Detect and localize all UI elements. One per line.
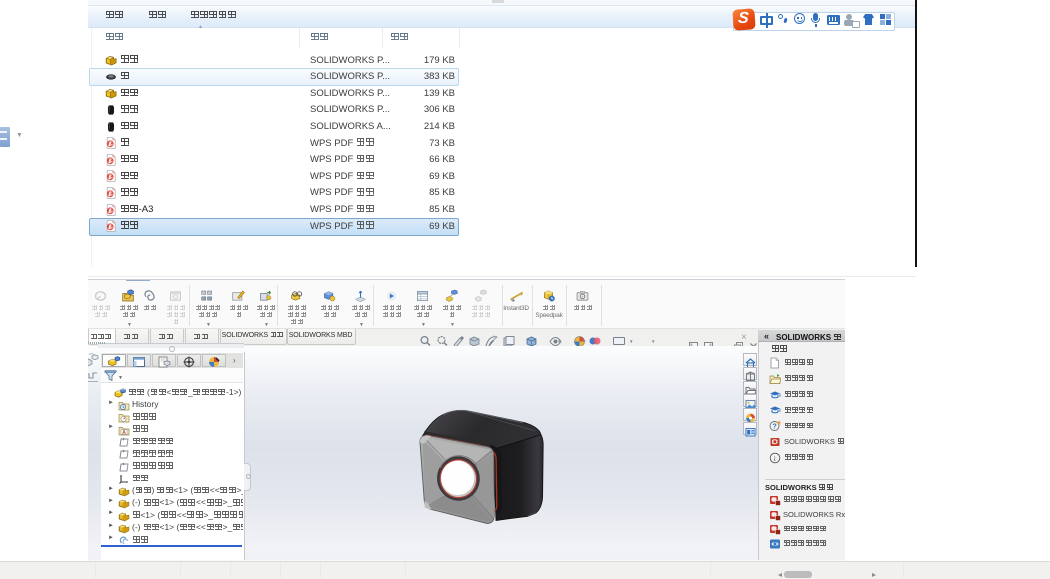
svg-text:i: i bbox=[774, 454, 776, 463]
svg-text:?: ? bbox=[773, 424, 777, 431]
